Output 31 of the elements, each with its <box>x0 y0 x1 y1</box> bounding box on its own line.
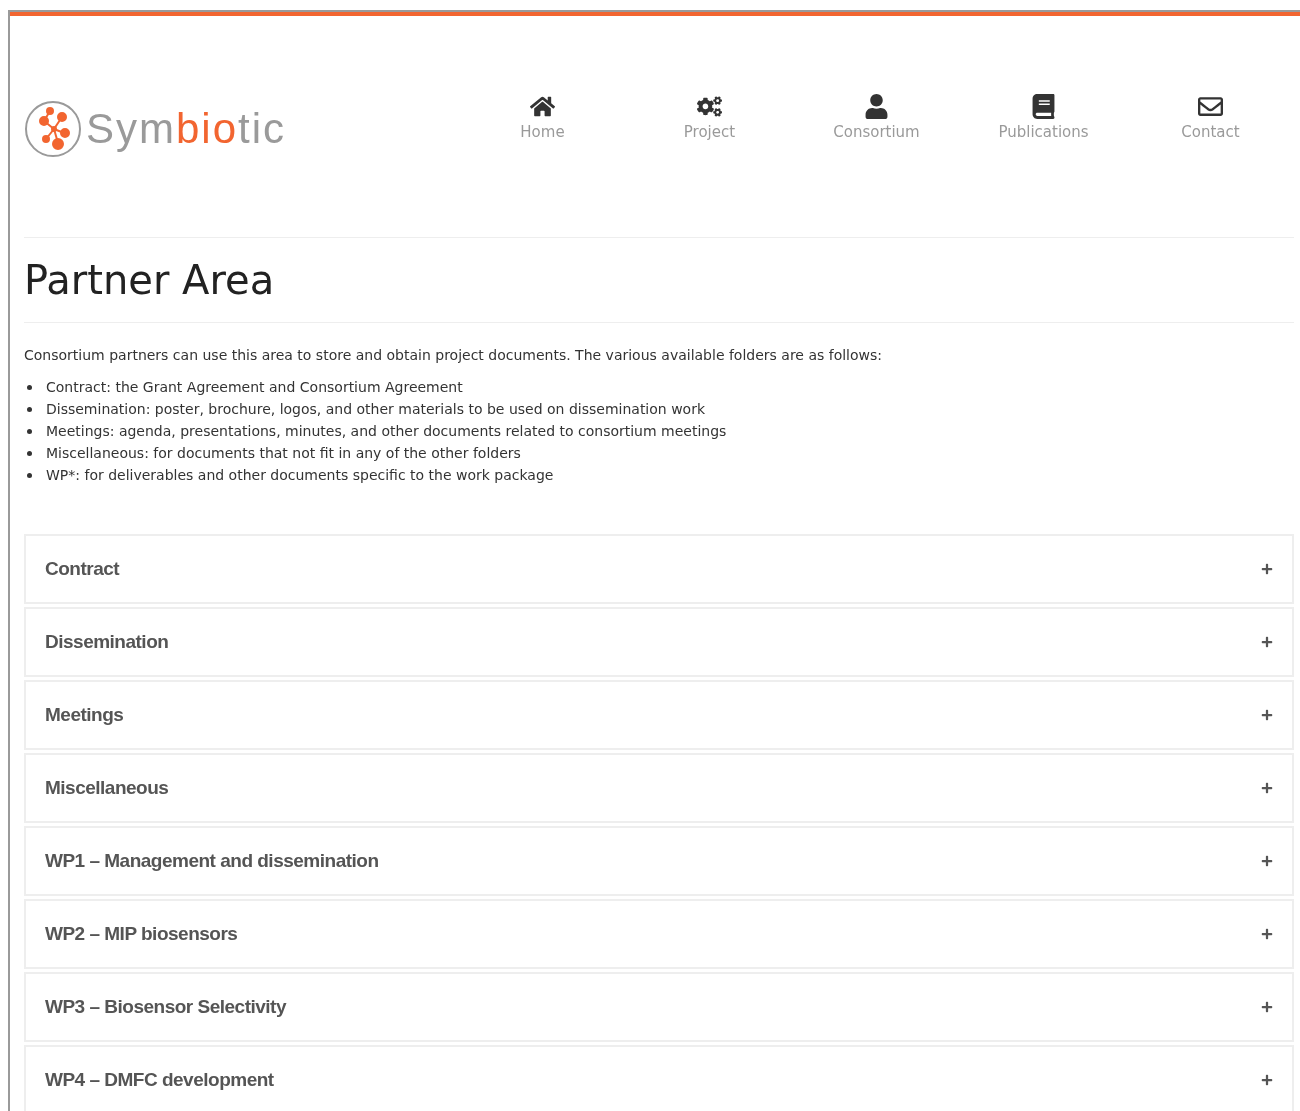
plus-icon <box>1261 928 1273 940</box>
person-icon <box>864 93 889 119</box>
accordion-header[interactable]: WP1 – Management and dissemination <box>24 826 1294 896</box>
book-icon <box>1031 93 1056 119</box>
plus-icon <box>1261 709 1273 721</box>
accordion-header[interactable]: WP4 – DMFC development <box>24 1045 1294 1111</box>
list-item-text: Dissemination: poster, brochure, logos, and other materials to be used on dissemination work <box>46 400 706 419</box>
accordion-header[interactable]: Contract <box>24 534 1294 604</box>
plus-icon <box>1261 855 1273 867</box>
list-item-text: Miscellaneous: for documents that not fit in any of the other folders <box>46 444 521 463</box>
plus-icon <box>1261 636 1273 648</box>
plus-icon <box>1261 1001 1273 1013</box>
plus-icon <box>1261 782 1273 794</box>
page-title: Partner Area <box>24 256 276 304</box>
accordion-header[interactable]: Dissemination <box>24 607 1294 677</box>
bullet-icon <box>27 428 32 434</box>
list-item-text: Meetings: agenda, presentations, minutes, and other documents related to consortium meetings <box>46 422 727 441</box>
list-item-text: WP*: for deliverables and other documents specific to the work package <box>46 466 554 485</box>
accordion-header[interactable]: WP3 – Biosensor Selectivity <box>24 972 1294 1042</box>
accordion-header[interactable]: WP2 – MIP biosensors <box>24 899 1294 969</box>
intro-text: Consortium partners can use this area to store and obtain project documents. The various available folders are as follows: <box>24 346 884 365</box>
bullet-icon <box>27 450 32 456</box>
bullet-icon <box>27 384 32 390</box>
plus-icon <box>1261 563 1273 575</box>
bullet-icon <box>27 406 32 412</box>
plus-icon <box>1261 1074 1273 1086</box>
list-item-text: Contract: the Grant Agreement and Consortium Agreement <box>46 378 463 397</box>
accordion-header[interactable]: Meetings <box>24 680 1294 750</box>
bullet-icon <box>27 472 32 478</box>
accordion-header[interactable]: Miscellaneous <box>24 753 1294 823</box>
logo-icon <box>24 98 82 159</box>
